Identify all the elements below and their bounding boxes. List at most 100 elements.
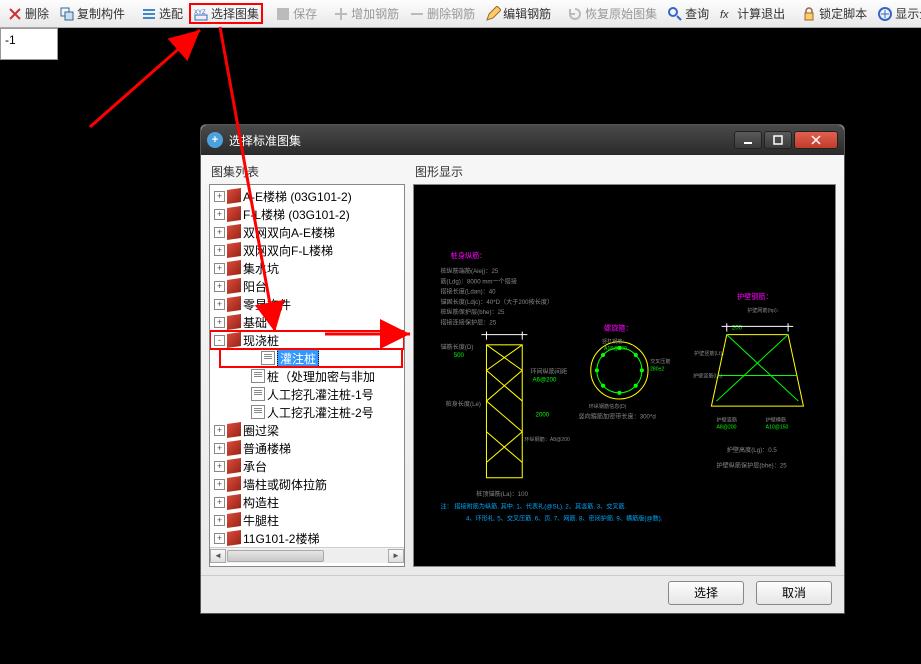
- select-atlas-btn[interactable]: XYZ选择图集: [189, 3, 263, 24]
- expand-icon[interactable]: +: [214, 461, 225, 472]
- tree-item[interactable]: +普通楼梯: [210, 439, 404, 457]
- atlas-tree[interactable]: +A-E楼梯 (03G101-2)+F-L楼梯 (03G101-2)+双网双向A…: [209, 184, 405, 567]
- edit-rebar-label: 编辑钢筋: [503, 5, 551, 22]
- expand-icon[interactable]: +: [214, 479, 225, 490]
- lbl: 桩纵筋保护层(bhe)：25: [440, 308, 505, 316]
- svg-text:桩身长度(Le): 桩身长度(Le): [446, 400, 481, 408]
- select-match-btn[interactable]: 选配: [137, 3, 187, 24]
- query-btn[interactable]: 查询: [663, 3, 713, 24]
- tree-item[interactable]: -现浇桩: [210, 331, 404, 349]
- tree-item[interactable]: +集水坑: [210, 259, 404, 277]
- restore-label: 恢复原始图集: [585, 5, 657, 22]
- lock-script-btn[interactable]: 锁定脚本: [797, 3, 871, 24]
- scroll-thumb[interactable]: [227, 550, 324, 562]
- svg-text:500: 500: [454, 352, 465, 359]
- pencil-icon: [485, 6, 501, 22]
- expand-icon[interactable]: +: [214, 317, 225, 328]
- tree-label: 零星构件: [243, 296, 291, 313]
- svg-text:fx: fx: [720, 9, 729, 21]
- tree-item[interactable]: + 阳台: [210, 277, 404, 295]
- svg-text:竖向箍筋加密带长度：300*d: 竖向箍筋加密带长度：300*d: [578, 412, 656, 420]
- tree-item[interactable]: +构造柱: [210, 493, 404, 511]
- side-value: -1: [5, 33, 16, 47]
- tree-item[interactable]: +11G101-2楼梯: [210, 529, 404, 547]
- match-label: 选配: [159, 5, 183, 22]
- tree-item[interactable]: +双网双向F-L楼梯: [210, 241, 404, 259]
- add-rebar-btn[interactable]: 增加钢筋: [329, 3, 403, 24]
- tree-item[interactable]: 人工挖孔灌注桩-2号: [210, 403, 404, 421]
- save-btn[interactable]: 保存: [271, 3, 321, 24]
- tree-item[interactable]: 人工挖孔灌注桩-1号: [210, 385, 404, 403]
- cancel-button[interactable]: 取消: [756, 581, 832, 605]
- tree-item[interactable]: +A-E楼梯 (03G101-2): [210, 187, 404, 205]
- expand-icon[interactable]: +: [214, 209, 225, 220]
- svg-text:A6@200: A6@200: [532, 377, 557, 384]
- book-icon: [227, 512, 241, 528]
- plus-icon: [333, 6, 349, 22]
- close-button[interactable]: [794, 131, 838, 149]
- dialog-footer: 选择 取消: [201, 575, 844, 609]
- expand-icon[interactable]: +: [214, 443, 225, 454]
- tree-item[interactable]: +F-L楼梯 (03G101-2): [210, 205, 404, 223]
- lock-icon: [801, 6, 817, 22]
- lbl: 桩纵筋端筋(Aiej)：25: [440, 267, 498, 275]
- calc-exit-btn[interactable]: fx计算退出: [715, 3, 789, 24]
- svg-text:注： 搭接附筋为纵筋. 其中: 1、代表礼(@SL).: 注： 搭接附筋为纵筋. 其中: 1、代表礼(@SL). 2、其竖筋. 3、交叉筋…: [440, 502, 626, 510]
- expand-icon[interactable]: +: [214, 281, 225, 292]
- copy-label: 复制构件: [77, 5, 125, 22]
- tree-item[interactable]: + 零星构件: [210, 295, 404, 313]
- tree-label: 11G101-2楼梯: [243, 530, 319, 547]
- minimize-button[interactable]: [734, 131, 762, 149]
- maximize-button[interactable]: [764, 131, 792, 149]
- tree-item[interactable]: 灌注桩: [220, 349, 402, 367]
- book-icon: [227, 242, 241, 258]
- tree-item[interactable]: +承台: [210, 457, 404, 475]
- save-label: 保存: [293, 5, 317, 22]
- scroll-left-btn[interactable]: ◄: [210, 549, 226, 563]
- expand-icon[interactable]: +: [214, 191, 225, 202]
- zoom-all-icon: [877, 6, 893, 22]
- svg-text:280±2: 280±2: [650, 366, 664, 372]
- svg-text:护壁高度(Lg)：0.5: 护壁高度(Lg)：0.5: [727, 446, 778, 454]
- side-value-panel: -1: [0, 28, 58, 60]
- expand-icon[interactable]: +: [214, 533, 225, 544]
- tree-item[interactable]: +墙柱或砌体拉筋: [210, 475, 404, 493]
- horizontal-scrollbar[interactable]: ◄ ►: [210, 547, 404, 563]
- book-icon: [227, 188, 241, 204]
- book-icon: [227, 206, 241, 222]
- svg-text:竖杠钢筋：: 竖杠钢筋：: [602, 338, 628, 345]
- expand-icon[interactable]: +: [214, 263, 225, 274]
- svg-text:护壁竖筋: 护壁竖筋: [717, 417, 737, 424]
- lbl: 筋(Ldg)：8000 mm一个搭接: [440, 277, 517, 285]
- expand-icon[interactable]: +: [214, 299, 225, 310]
- book-icon: [227, 458, 241, 474]
- tree-item[interactable]: +双网双向A-E楼梯: [210, 223, 404, 241]
- expand-icon[interactable]: +: [214, 425, 225, 436]
- dialog-titlebar[interactable]: + 选择标准图集: [201, 125, 844, 155]
- delete-rebar-btn[interactable]: 删除钢筋: [405, 3, 479, 24]
- x-icon: [7, 6, 23, 22]
- tree-label: 阳台: [243, 278, 267, 295]
- save-icon: [275, 6, 291, 22]
- edit-rebar-btn[interactable]: 编辑钢筋: [481, 3, 555, 24]
- delete-btn[interactable]: 删除: [3, 3, 53, 24]
- tree-item[interactable]: 桩（处理加密与非加: [210, 367, 404, 385]
- expand-icon[interactable]: -: [214, 335, 225, 346]
- expand-icon[interactable]: +: [214, 245, 225, 256]
- expand-icon[interactable]: +: [214, 497, 225, 508]
- scroll-right-btn[interactable]: ►: [388, 549, 404, 563]
- select-button[interactable]: 选择: [668, 581, 744, 605]
- show-all-label: 显示全图: [895, 5, 921, 22]
- minus-icon: [409, 6, 425, 22]
- tree-item[interactable]: +基础: [210, 313, 404, 331]
- copy-component-btn[interactable]: 复制构件: [55, 3, 129, 24]
- expand-icon[interactable]: +: [214, 515, 225, 526]
- delete-label: 删除: [25, 5, 49, 22]
- copy-icon: [59, 6, 75, 22]
- tree-item[interactable]: +牛腿柱: [210, 511, 404, 529]
- restore-atlas-btn[interactable]: 恢复原始图集: [563, 3, 661, 24]
- tree-item[interactable]: +圈过梁: [210, 421, 404, 439]
- expand-icon[interactable]: +: [214, 227, 225, 238]
- lbl: 搭接连接保护层：25: [440, 318, 496, 326]
- show-all-btn[interactable]: 显示全图: [873, 3, 921, 24]
